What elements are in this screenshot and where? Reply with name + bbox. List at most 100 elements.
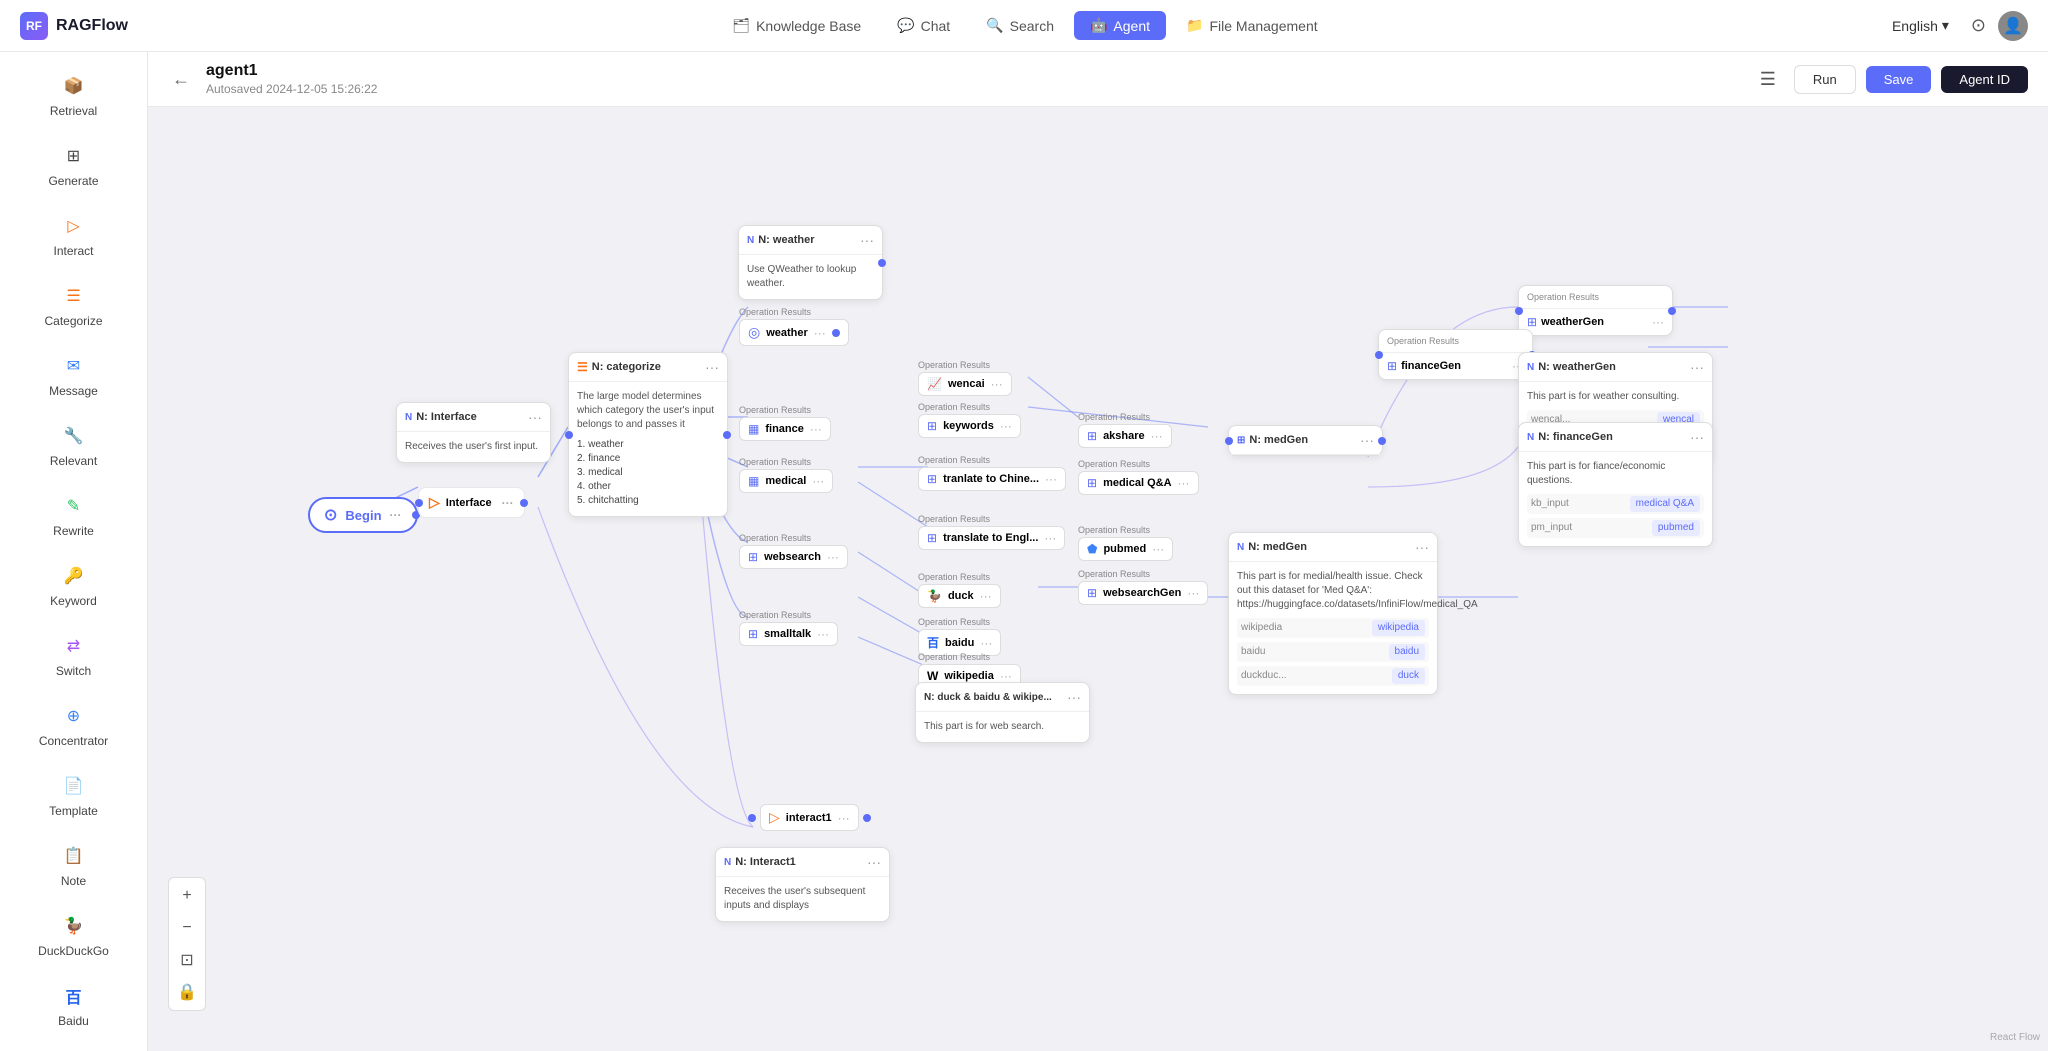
fit-button[interactable]: ⊡ bbox=[173, 946, 201, 974]
avatar[interactable]: 👤 bbox=[1998, 11, 2028, 41]
interact1-connector[interactable]: ▷ interact1 ··· bbox=[748, 804, 871, 831]
sidebar-item-rewrite[interactable]: ✎ Rewrite bbox=[8, 482, 139, 550]
canvas[interactable]: ⊙ Begin ··· ▷ Interface ··· N N: Interfa… bbox=[148, 107, 2048, 1051]
medgen-menu[interactable]: ··· bbox=[1360, 432, 1374, 448]
akshare-connector[interactable]: Operation Results ⊞ akshare ··· bbox=[1078, 412, 1172, 448]
medical-qa-label: medical Q&A bbox=[1103, 477, 1171, 489]
agent-info: agent1 Autosaved 2024-12-05 15:26:22 bbox=[206, 62, 377, 96]
sidebar-item-note[interactable]: 📋 Note bbox=[8, 832, 139, 900]
categorize-menu[interactable]: ··· bbox=[705, 359, 719, 375]
knowledge-icon: 🗂 bbox=[732, 17, 750, 34]
interface-detail-node[interactable]: N N: Interface ··· Receives the user's f… bbox=[396, 402, 551, 463]
nav-chat[interactable]: 💬 Chat bbox=[881, 11, 966, 40]
smalltalk-icon: ⊞ bbox=[748, 627, 758, 641]
websearchgen-connector[interactable]: Operation Results ⊞ websearchGen ··· bbox=[1078, 569, 1208, 605]
save-button[interactable]: Save bbox=[1866, 66, 1932, 93]
list-icon[interactable]: ☰ bbox=[1752, 65, 1784, 94]
financegen-detail-menu[interactable]: ··· bbox=[1690, 429, 1704, 445]
canvas-inner: ⊙ Begin ··· ▷ Interface ··· N N: Interfa… bbox=[148, 107, 2048, 1051]
interface-connector[interactable]: ▷ Interface ··· bbox=[418, 487, 525, 518]
nav-agent[interactable]: 🤖 Agent bbox=[1074, 11, 1166, 40]
finance-label: finance bbox=[765, 423, 804, 435]
medical-icon: ▦ bbox=[748, 474, 759, 488]
sidebar-item-retrieval[interactable]: 📦 Retrieval bbox=[8, 62, 139, 130]
web-search-node[interactable]: N: duck & baidu & wikipe... ··· This par… bbox=[915, 682, 1090, 743]
translate-en-icon: ⊞ bbox=[927, 531, 937, 545]
interface-detail-header: N N: Interface ··· bbox=[397, 403, 550, 432]
medical-qa-connector[interactable]: Operation Results ⊞ medical Q&A ··· bbox=[1078, 459, 1199, 495]
react-flow-credit: React Flow bbox=[1990, 1032, 2040, 1043]
weather-connector-dots: ··· bbox=[814, 326, 826, 340]
weather-body: Use QWeather to lookup weather. bbox=[739, 255, 882, 299]
financegen-small-label: financeGen bbox=[1401, 360, 1461, 372]
medical-op-connector[interactable]: Operation Results ▦ medical ··· bbox=[739, 457, 833, 493]
sidebar-item-baidu[interactable]: 百 Baidu bbox=[8, 972, 139, 1040]
weathergen-small-node[interactable]: Operation Results ⊞ weatherGen ··· bbox=[1518, 285, 1673, 336]
sidebar-item-message[interactable]: ✉ Message bbox=[8, 342, 139, 410]
translate-en-connector[interactable]: Operation Results ⊞ translate to Engl...… bbox=[918, 514, 1065, 550]
sidebar-item-concentrator[interactable]: ⊕ Concentrator bbox=[8, 692, 139, 760]
weather-menu[interactable]: ··· bbox=[860, 232, 874, 248]
nav-file-management[interactable]: 📁 File Management bbox=[1170, 11, 1334, 40]
sidebar-item-template[interactable]: 📄 Template bbox=[8, 762, 139, 830]
medgen-header: ⊞ N: medGen ··· bbox=[1229, 426, 1382, 455]
cat-item-1: 1. weather bbox=[577, 438, 719, 452]
sidebar-item-duckduckgo[interactable]: 🦆 DuckDuckGo bbox=[8, 902, 139, 970]
finance-op-connector[interactable]: Operation Results ▦ finance ··· bbox=[739, 405, 831, 441]
sidebar-item-switch[interactable]: ⇄ Switch bbox=[8, 622, 139, 690]
sidebar-item-generate[interactable]: ⊞ Generate bbox=[8, 132, 139, 200]
lock-button[interactable]: 🔒 bbox=[173, 978, 201, 1006]
medgen-detail-body: This part is for medial/health issue. Ch… bbox=[1229, 562, 1437, 694]
weathergen-detail-header: N N: weatherGen ··· bbox=[1519, 353, 1712, 382]
file-icon: 📁 bbox=[1186, 17, 1203, 34]
duck-connector[interactable]: Operation Results 🦆 duck ··· bbox=[918, 572, 1001, 608]
nav-center: 🗂 Knowledge Base 💬 Chat 🔍 Search 🤖 Agent… bbox=[168, 11, 1882, 40]
pubmed-label: pubmed bbox=[1103, 543, 1146, 555]
agent-header: ← agent1 Autosaved 2024-12-05 15:26:22 ☰… bbox=[148, 52, 2048, 107]
interact1-menu[interactable]: ··· bbox=[867, 854, 881, 870]
medgen-detail-node[interactable]: N N: medGen ··· This part is for medial/… bbox=[1228, 532, 1438, 695]
smalltalk-op-connector[interactable]: Operation Results ⊞ smalltalk ··· bbox=[739, 610, 838, 646]
interface-dots: ··· bbox=[502, 496, 514, 510]
interact1-detail-node[interactable]: N N: Interact1 ··· Receives the user's s… bbox=[715, 847, 890, 922]
medgen-detail-menu[interactable]: ··· bbox=[1415, 539, 1429, 555]
translate-cn-connector[interactable]: Operation Results ⊞ tranlate to Chine...… bbox=[918, 455, 1066, 491]
back-button[interactable]: ← bbox=[168, 65, 194, 94]
weathergen-detail-menu[interactable]: ··· bbox=[1690, 359, 1704, 375]
begin-node[interactable]: ⊙ Begin ··· bbox=[308, 497, 418, 533]
sidebar-item-relevant[interactable]: 🔧 Relevant bbox=[8, 412, 139, 480]
weather-node[interactable]: N N: weather ··· Use QWeather to lookup … bbox=[738, 225, 883, 300]
weather-op-connector[interactable]: Operation Results ◎ weather ··· bbox=[739, 307, 849, 346]
financegen-small-node[interactable]: Operation Results ⊞ financeGen ··· bbox=[1378, 329, 1533, 380]
financegen-small-header: Operation Results bbox=[1379, 330, 1532, 353]
medgen-node[interactable]: ⊞ N: medGen ··· bbox=[1228, 425, 1383, 456]
wencai-connector[interactable]: Operation Results 📈 wencai ··· bbox=[918, 360, 1012, 396]
nav-search[interactable]: 🔍 Search bbox=[970, 11, 1070, 40]
pubmed-connector[interactable]: Operation Results ⬟ pubmed ··· bbox=[1078, 525, 1173, 561]
zoom-out-button[interactable]: − bbox=[173, 914, 201, 942]
web-search-menu[interactable]: ··· bbox=[1067, 689, 1081, 705]
begin-dots: ··· bbox=[390, 508, 402, 522]
run-button[interactable]: Run bbox=[1794, 65, 1856, 94]
zoom-in-button[interactable]: + bbox=[173, 882, 201, 910]
categorize-node[interactable]: ☰ N: categorize ··· The large model dete… bbox=[568, 352, 728, 517]
websearch-op-connector[interactable]: Operation Results ⊞ websearch ··· bbox=[739, 533, 848, 569]
smalltalk-label: smalltalk bbox=[764, 628, 811, 640]
baidu-connector[interactable]: Operation Results 百 baidu ··· bbox=[918, 617, 1001, 656]
baidu-label: baidu bbox=[945, 637, 974, 649]
sidebar-item-wikipedia[interactable]: W Wikipedia bbox=[8, 1042, 139, 1051]
keywords-connector[interactable]: Operation Results ⊞ keywords ··· bbox=[918, 402, 1021, 438]
weather-header: N N: weather ··· bbox=[739, 226, 882, 255]
agentid-button[interactable]: Agent ID bbox=[1941, 66, 2028, 93]
keyword-icon: 🔑 bbox=[62, 564, 86, 588]
nav-knowledge-base[interactable]: 🗂 Knowledge Base bbox=[716, 11, 877, 40]
sidebar-item-categorize[interactable]: ☰ Categorize bbox=[8, 272, 139, 340]
sidebar-item-interact[interactable]: ▷ Interact bbox=[8, 202, 139, 270]
sidebar-item-keyword[interactable]: 🔑 Keyword bbox=[8, 552, 139, 620]
weathergen-small-label: weatherGen bbox=[1541, 316, 1604, 328]
financegen-detail-node[interactable]: N N: financeGen ··· This part is for fia… bbox=[1518, 422, 1713, 547]
interface-detail-menu[interactable]: ··· bbox=[528, 409, 542, 425]
message-icon: ✉ bbox=[62, 354, 86, 378]
cat-item-2: 2. finance bbox=[577, 452, 719, 466]
language-selector[interactable]: English ▾ bbox=[1882, 13, 1959, 38]
